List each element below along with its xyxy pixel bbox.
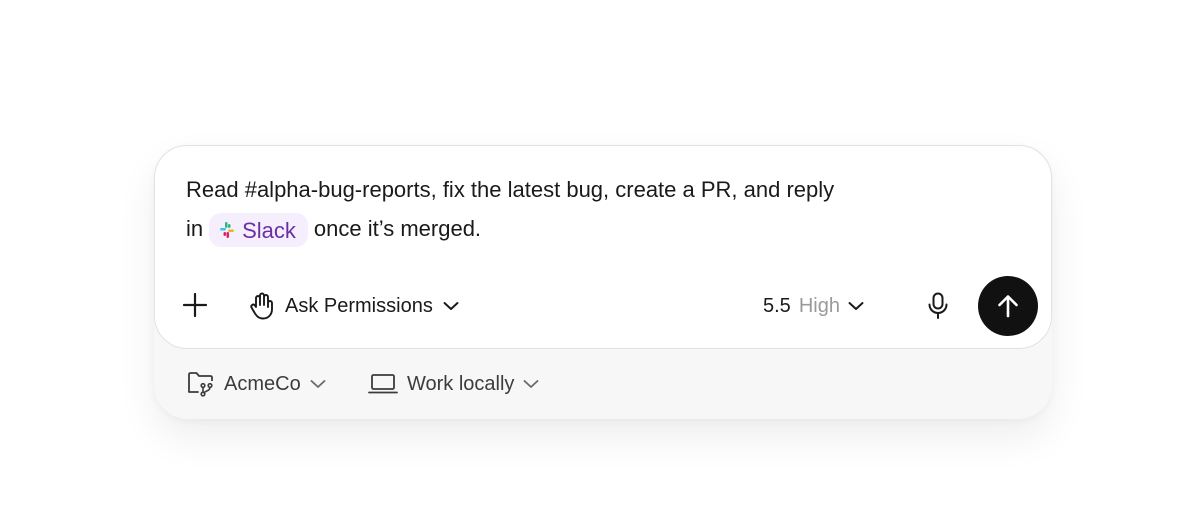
permissions-label: Ask Permissions xyxy=(285,294,433,317)
environment-label: Work locally xyxy=(407,372,515,395)
environment-selector[interactable]: Work locally xyxy=(368,369,539,399)
hand-icon xyxy=(250,292,273,320)
prompt-line-2: in Slack once it’s merged. xyxy=(186,209,986,248)
chevron-down-icon xyxy=(310,380,326,388)
chevron-down-icon xyxy=(848,302,864,310)
prompt-line-2-suffix: once it’s merged. xyxy=(313,216,482,241)
slack-mention-label: Slack xyxy=(242,217,296,243)
chevron-down-icon xyxy=(443,302,459,310)
slack-icon xyxy=(220,222,235,239)
slack-mention-chip[interactable]: Slack xyxy=(209,213,308,248)
composer-container: Read #alpha-bug-reports, fix the latest … xyxy=(154,145,1052,419)
permissions-dropdown[interactable]: Ask Permissions xyxy=(249,291,459,321)
microphone-icon xyxy=(928,292,948,319)
prompt-input[interactable]: Read #alpha-bug-reports, fix the latest … xyxy=(186,170,986,248)
repository-label: AcmeCo xyxy=(224,372,301,395)
send-button[interactable] xyxy=(978,276,1038,336)
repository-selector[interactable]: AcmeCo xyxy=(187,369,326,399)
prompt-line-1: Read #alpha-bug-reports, fix the latest … xyxy=(186,177,835,202)
chevron-down-icon xyxy=(524,380,539,388)
plus-icon xyxy=(182,292,208,318)
folder-branch-icon xyxy=(188,372,213,397)
model-level: High xyxy=(798,294,840,317)
voice-input-button[interactable] xyxy=(927,291,951,321)
laptop-icon xyxy=(368,374,398,394)
model-selector[interactable]: 5.5 High xyxy=(763,291,864,321)
add-attachment-button[interactable] xyxy=(182,291,211,319)
prompt-composer[interactable]: Read #alpha-bug-reports, fix the latest … xyxy=(154,145,1052,349)
prompt-line-2-prefix: in xyxy=(186,216,204,241)
arrow-up-icon xyxy=(998,295,1018,318)
model-version: 5.5 xyxy=(763,294,791,317)
